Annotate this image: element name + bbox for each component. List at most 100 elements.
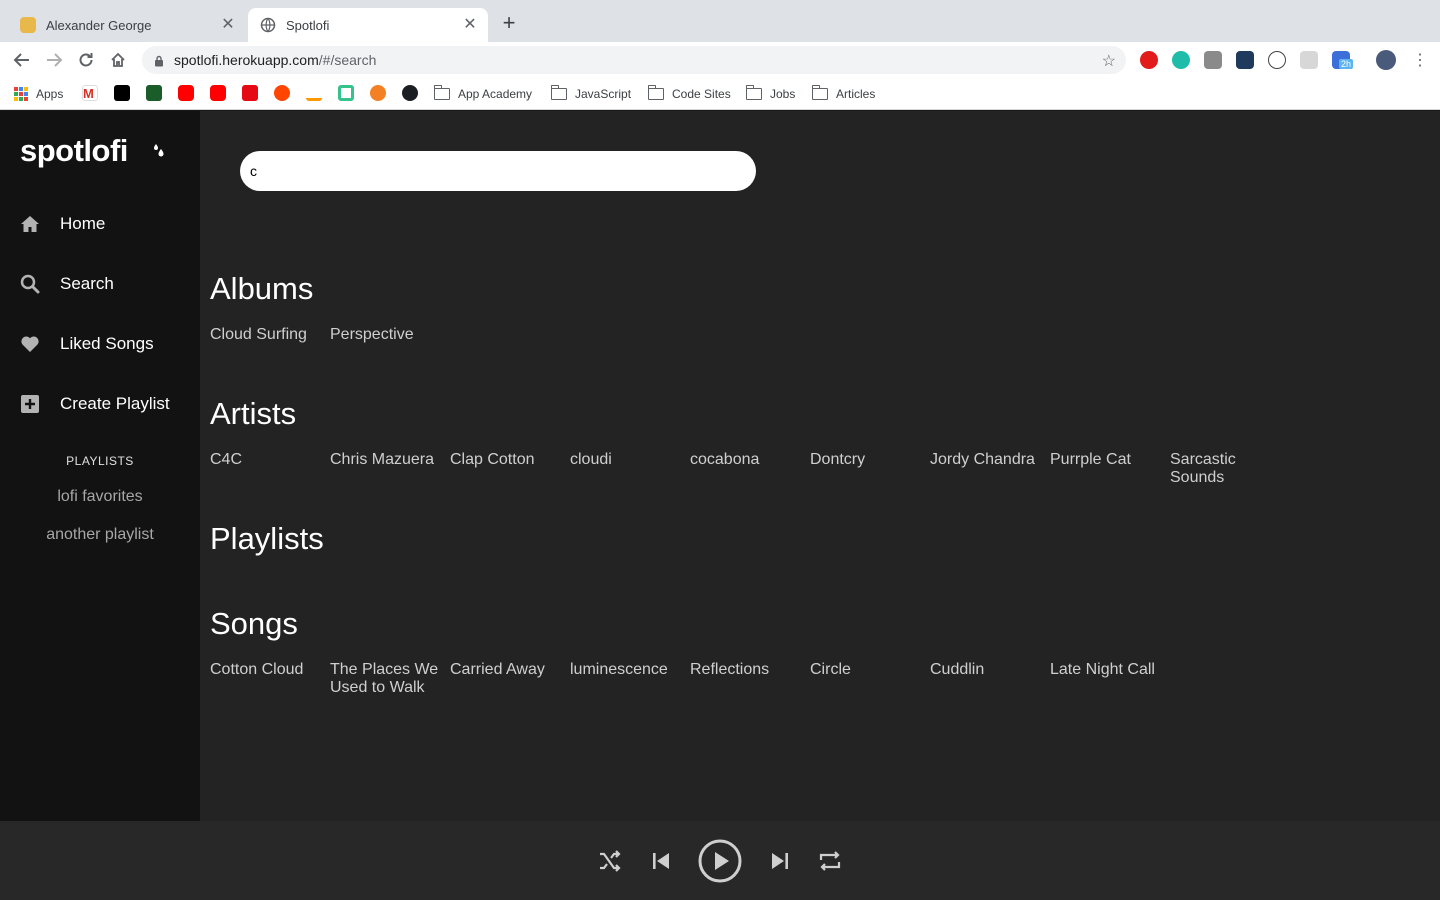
- playlist-item[interactable]: another playlist: [0, 526, 200, 544]
- amazon-icon[interactable]: [306, 85, 322, 101]
- tab-spotlofi[interactable]: Spotlofi ✕: [248, 8, 488, 42]
- playlist-item[interactable]: lofi favorites: [0, 488, 200, 506]
- artists-heading: Artists: [210, 396, 297, 431]
- tab-alexander-george[interactable]: Alexander George ✕: [8, 8, 246, 42]
- folder-icon: [433, 85, 450, 100]
- extension-badge: 2h: [1339, 59, 1354, 69]
- folder-icon: [647, 85, 664, 100]
- album-result[interactable]: Cloud Surfing: [210, 326, 320, 344]
- folder-label: Jobs: [770, 87, 796, 101]
- react-devtools-icon[interactable]: [1236, 51, 1254, 69]
- album-result[interactable]: Perspective: [330, 326, 440, 344]
- home-icon: [20, 214, 40, 234]
- shuffle-icon[interactable]: [597, 848, 623, 874]
- nav-home[interactable]: Home: [20, 212, 105, 236]
- artist-result[interactable]: Dontcry: [810, 451, 920, 469]
- apps-label: Apps: [36, 87, 64, 101]
- bookmark-folder-code-sites[interactable]: Code Sites: [647, 85, 731, 103]
- profile-avatar[interactable]: [1376, 50, 1396, 70]
- bookmark-folder-javascript[interactable]: JavaScript: [550, 85, 632, 103]
- url-path: /#/search: [318, 52, 377, 68]
- artist-result[interactable]: Sarcastic Sounds: [1170, 451, 1280, 487]
- folder-icon: [550, 85, 567, 100]
- next-icon[interactable]: [767, 848, 793, 874]
- folder-icon: [811, 85, 828, 100]
- nav-liked-songs[interactable]: Liked Songs: [20, 332, 154, 356]
- plus-square-icon: [20, 394, 40, 414]
- artist-result[interactable]: Purrple Cat: [1050, 451, 1160, 469]
- artist-result[interactable]: Chris Mazuera: [330, 451, 440, 469]
- bookmark-star-icon[interactable]: ☆: [1102, 51, 1116, 71]
- puzzle-extension-icon[interactable]: [1300, 51, 1318, 69]
- image-extension-icon[interactable]: [1204, 51, 1222, 69]
- artist-result[interactable]: Clap Cotton: [450, 451, 560, 469]
- folder-label: JavaScript: [575, 87, 632, 101]
- artist-result[interactable]: cocabona: [690, 451, 800, 469]
- song-result[interactable]: Circle: [810, 661, 920, 679]
- close-tab-icon[interactable]: ✕: [220, 17, 236, 33]
- calendar-extension-icon[interactable]: 2h: [1332, 51, 1354, 69]
- droplets-icon: [152, 143, 166, 164]
- bookmark-folder-jobs[interactable]: Jobs: [745, 85, 796, 103]
- forward-icon[interactable]: [42, 48, 66, 72]
- folder-label: Articles: [836, 87, 876, 101]
- playlists-heading: PLAYLISTS: [66, 454, 134, 468]
- reddit-icon[interactable]: [274, 85, 290, 101]
- artist-result[interactable]: C4C: [210, 451, 320, 469]
- songs-heading: Songs: [210, 606, 298, 641]
- mentor-extension-icon[interactable]: [1172, 51, 1190, 69]
- tab-title: Spotlofi: [286, 17, 330, 33]
- app-logo[interactable]: spotlofi: [20, 133, 128, 169]
- browser-tabstrip: Alexander George ✕ Spotlofi ✕ +: [0, 0, 1440, 42]
- hackerrank-icon[interactable]: [146, 85, 162, 101]
- bookmark-apps[interactable]: Apps: [14, 85, 63, 103]
- artist-result[interactable]: Jordy Chandra: [930, 451, 1040, 469]
- artist-result[interactable]: cloudi: [570, 451, 680, 469]
- search-box[interactable]: [240, 151, 756, 191]
- folder-label: App Academy: [458, 87, 533, 101]
- home-browser-icon[interactable]: [106, 48, 130, 72]
- netflix-icon[interactable]: [242, 85, 258, 101]
- song-result[interactable]: luminescence: [570, 661, 680, 679]
- play-icon[interactable]: [697, 838, 743, 884]
- song-result[interactable]: Carried Away: [450, 661, 560, 679]
- playlists-results-heading: Playlists: [210, 521, 324, 556]
- main-content: Albums Cloud SurfingPerspective Artists …: [200, 111, 1440, 821]
- song-result[interactable]: Late Night Call: [1050, 661, 1160, 679]
- song-result[interactable]: Cotton Cloud: [210, 661, 320, 679]
- search-icon: [20, 274, 40, 294]
- repeat-icon[interactable]: [817, 848, 843, 874]
- emoji-favicon-icon: [20, 17, 36, 33]
- song-result[interactable]: The Places We Used to Walk: [330, 661, 440, 697]
- nav-search-label: Search: [60, 274, 114, 293]
- previous-icon[interactable]: [648, 848, 674, 874]
- apps-grid-icon: [14, 87, 28, 101]
- bookmarks-bar: Apps M App Academy JavaScript Code Sites…: [0, 78, 1440, 110]
- nav-create-playlist[interactable]: Create Playlist: [20, 392, 170, 416]
- youtube-alt-icon[interactable]: [210, 85, 226, 101]
- a-extension-icon[interactable]: [1268, 51, 1286, 69]
- bookmark-folder-app-academy[interactable]: App Academy: [433, 85, 533, 103]
- nav-search[interactable]: Search: [20, 272, 114, 296]
- nav-create-playlist-label: Create Playlist: [60, 394, 170, 413]
- tab-title: Alexander George: [46, 17, 152, 33]
- search-input[interactable]: [250, 151, 740, 191]
- menu-dots-icon[interactable]: ⋮: [1412, 50, 1428, 70]
- youtube-icon[interactable]: [178, 85, 194, 101]
- adblock-extension-icon[interactable]: [1140, 51, 1158, 69]
- address-bar[interactable]: spotlofi.herokuapp.com/#/search ☆: [142, 46, 1126, 74]
- song-result[interactable]: Reflections: [690, 661, 800, 679]
- reload-icon[interactable]: [74, 48, 98, 72]
- bookmark-folder-articles[interactable]: Articles: [811, 85, 876, 103]
- back-icon[interactable]: [10, 48, 34, 72]
- gear-bookmark-icon[interactable]: [370, 85, 386, 101]
- github-icon[interactable]: [402, 85, 418, 101]
- gmail-icon[interactable]: M: [82, 85, 98, 101]
- frame-icon[interactable]: [338, 85, 354, 101]
- close-tab-icon[interactable]: ✕: [462, 17, 478, 33]
- albums-heading: Albums: [210, 271, 314, 306]
- new-tab-icon[interactable]: +: [498, 12, 520, 34]
- song-result[interactable]: Cuddlin: [930, 661, 1040, 679]
- medium-icon[interactable]: [114, 85, 130, 101]
- url-host: spotlofi.herokuapp.com: [174, 52, 319, 68]
